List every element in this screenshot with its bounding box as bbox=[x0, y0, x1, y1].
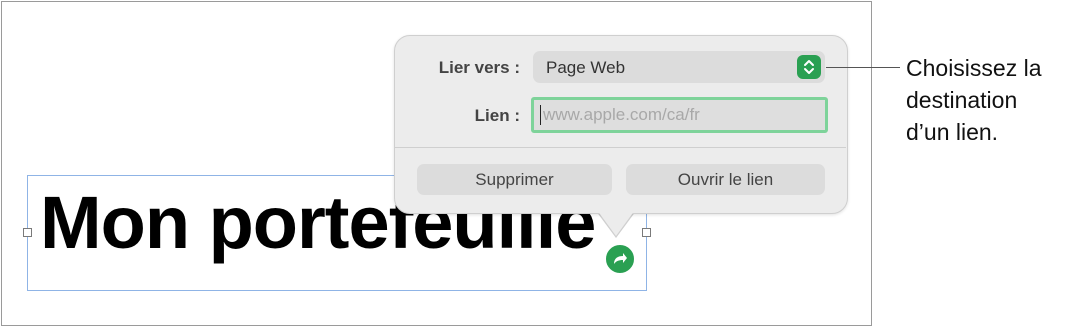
popover-divider bbox=[395, 147, 846, 148]
callout-line-2: destination bbox=[906, 87, 1018, 113]
link-to-select-value: Page Web bbox=[546, 58, 626, 77]
callout-line-1: Choisissez la bbox=[906, 55, 1042, 81]
link-to-select[interactable]: Page Web bbox=[533, 51, 825, 83]
resize-handle-left[interactable] bbox=[23, 228, 32, 237]
link-arrow-icon bbox=[614, 253, 627, 264]
callout-line-3: d’un lien. bbox=[906, 119, 999, 145]
callout-text: Choisissez la destination d’un lien. bbox=[906, 52, 1042, 148]
popover-arrow bbox=[597, 210, 635, 236]
resize-handle-right[interactable] bbox=[642, 228, 651, 237]
up-down-chevron-icon[interactable] bbox=[797, 55, 821, 79]
open-link-button[interactable]: Ouvrir le lien bbox=[626, 164, 825, 195]
link-label: Lien : bbox=[474, 106, 520, 125]
link-badge[interactable] bbox=[604, 243, 636, 275]
link-to-label: Lier vers : bbox=[438, 58, 520, 77]
link-url-input[interactable] bbox=[534, 100, 823, 130]
text-caret bbox=[540, 105, 541, 125]
delete-link-button[interactable]: Supprimer bbox=[417, 164, 612, 195]
callout-line bbox=[826, 67, 900, 68]
link-url-field[interactable] bbox=[531, 97, 828, 133]
